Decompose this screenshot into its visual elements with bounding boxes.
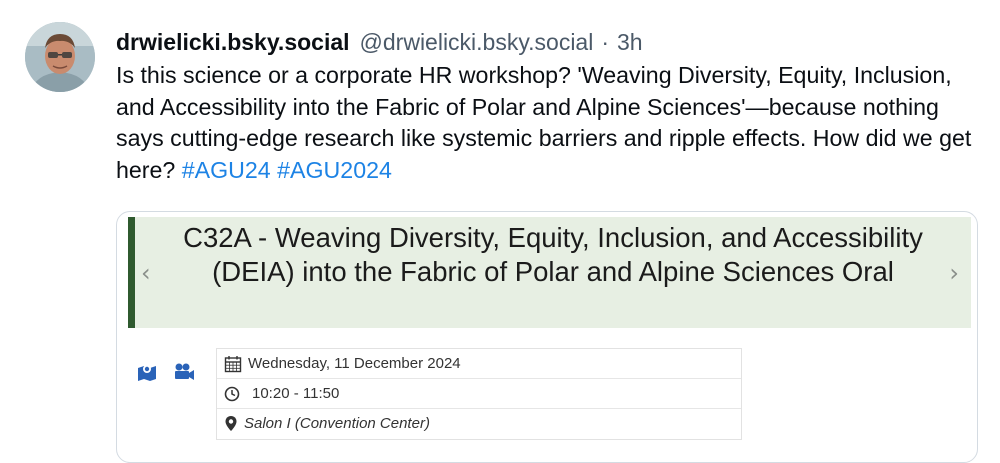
post-body: Is this science or a corporate HR worksh… [116,60,986,186]
chevron-left-icon[interactable]: ‹ [141,259,151,287]
author-handle[interactable]: @drwielicki.bsky.social [360,26,594,58]
video-camera-icon[interactable] [173,362,195,382]
clock-icon [224,386,240,401]
session-time-row: 10:20 - 11:50 [217,379,741,409]
location-pin-icon [225,416,237,431]
embedded-image-card[interactable]: ‹ C32A - Weaving Diversity, Equity, Incl… [116,211,978,463]
calendar-icon [224,355,242,372]
hashtag-link[interactable]: #AGU2024 [277,157,392,183]
map-icon[interactable] [137,362,159,382]
header-separator: · [601,29,610,55]
author-avatar[interactable] [25,22,95,92]
post-timestamp[interactable]: 3h [617,26,643,58]
author-display-name[interactable]: drwielicki.bsky.social [116,26,350,58]
chevron-right-icon[interactable]: › [949,259,959,287]
avatar-image [25,22,95,92]
session-date: Wednesday, 11 December 2024 [248,355,461,372]
session-banner: ‹ C32A - Weaving Diversity, Equity, Incl… [128,217,971,328]
session-action-icons [137,362,195,382]
post-header: drwielicki.bsky.social @drwielicki.bsky.… [116,26,643,58]
session-location: Salon I (Convention Center) [244,415,430,432]
session-location-row: Salon I (Convention Center) [217,409,741,438]
session-time: 10:20 - 11:50 [252,385,340,402]
session-title: C32A - Weaving Diversity, Equity, Inclus… [183,222,923,287]
hashtag-link[interactable]: #AGU24 [182,157,271,183]
session-date-row: Wednesday, 11 December 2024 [217,349,741,379]
session-details: Wednesday, 11 December 2024 10:20 - 11:5… [216,348,742,440]
